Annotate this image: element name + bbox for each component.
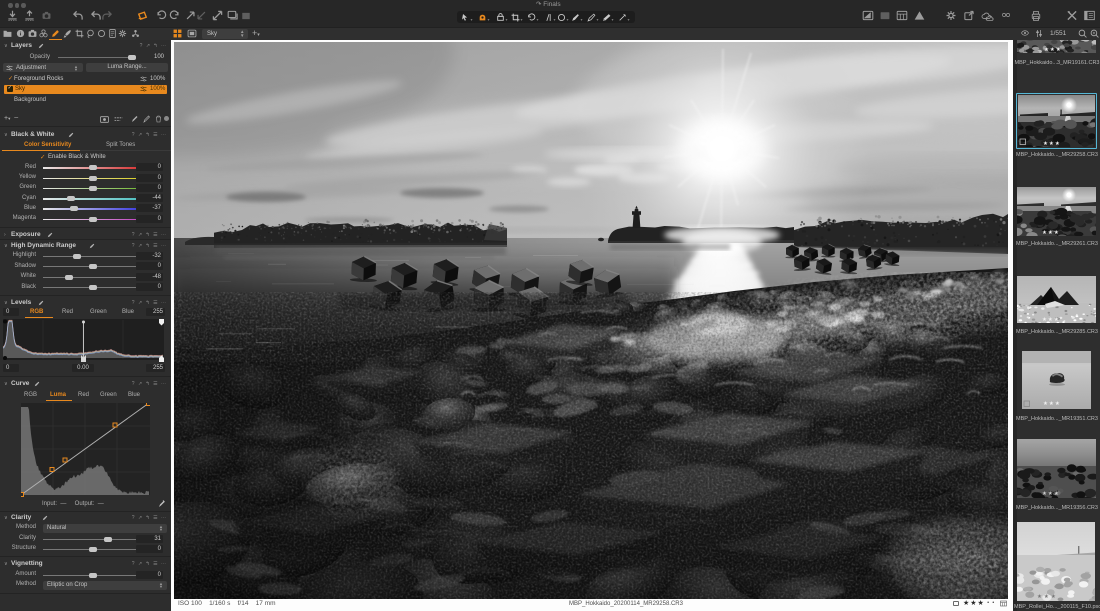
svg-text:★★★: ★★★ <box>1043 140 1061 147</box>
svg-text:★★★: ★★★ <box>1042 316 1060 323</box>
svg-text:★★★: ★★★ <box>1043 400 1061 407</box>
svg-text:★★★: ★★★ <box>1042 229 1060 236</box>
svg-text:★★★: ★★★ <box>1042 490 1060 497</box>
svg-text:★★★: ★★★ <box>1037 593 1058 600</box>
svg-text:★★★: ★★★ <box>1044 46 1062 53</box>
